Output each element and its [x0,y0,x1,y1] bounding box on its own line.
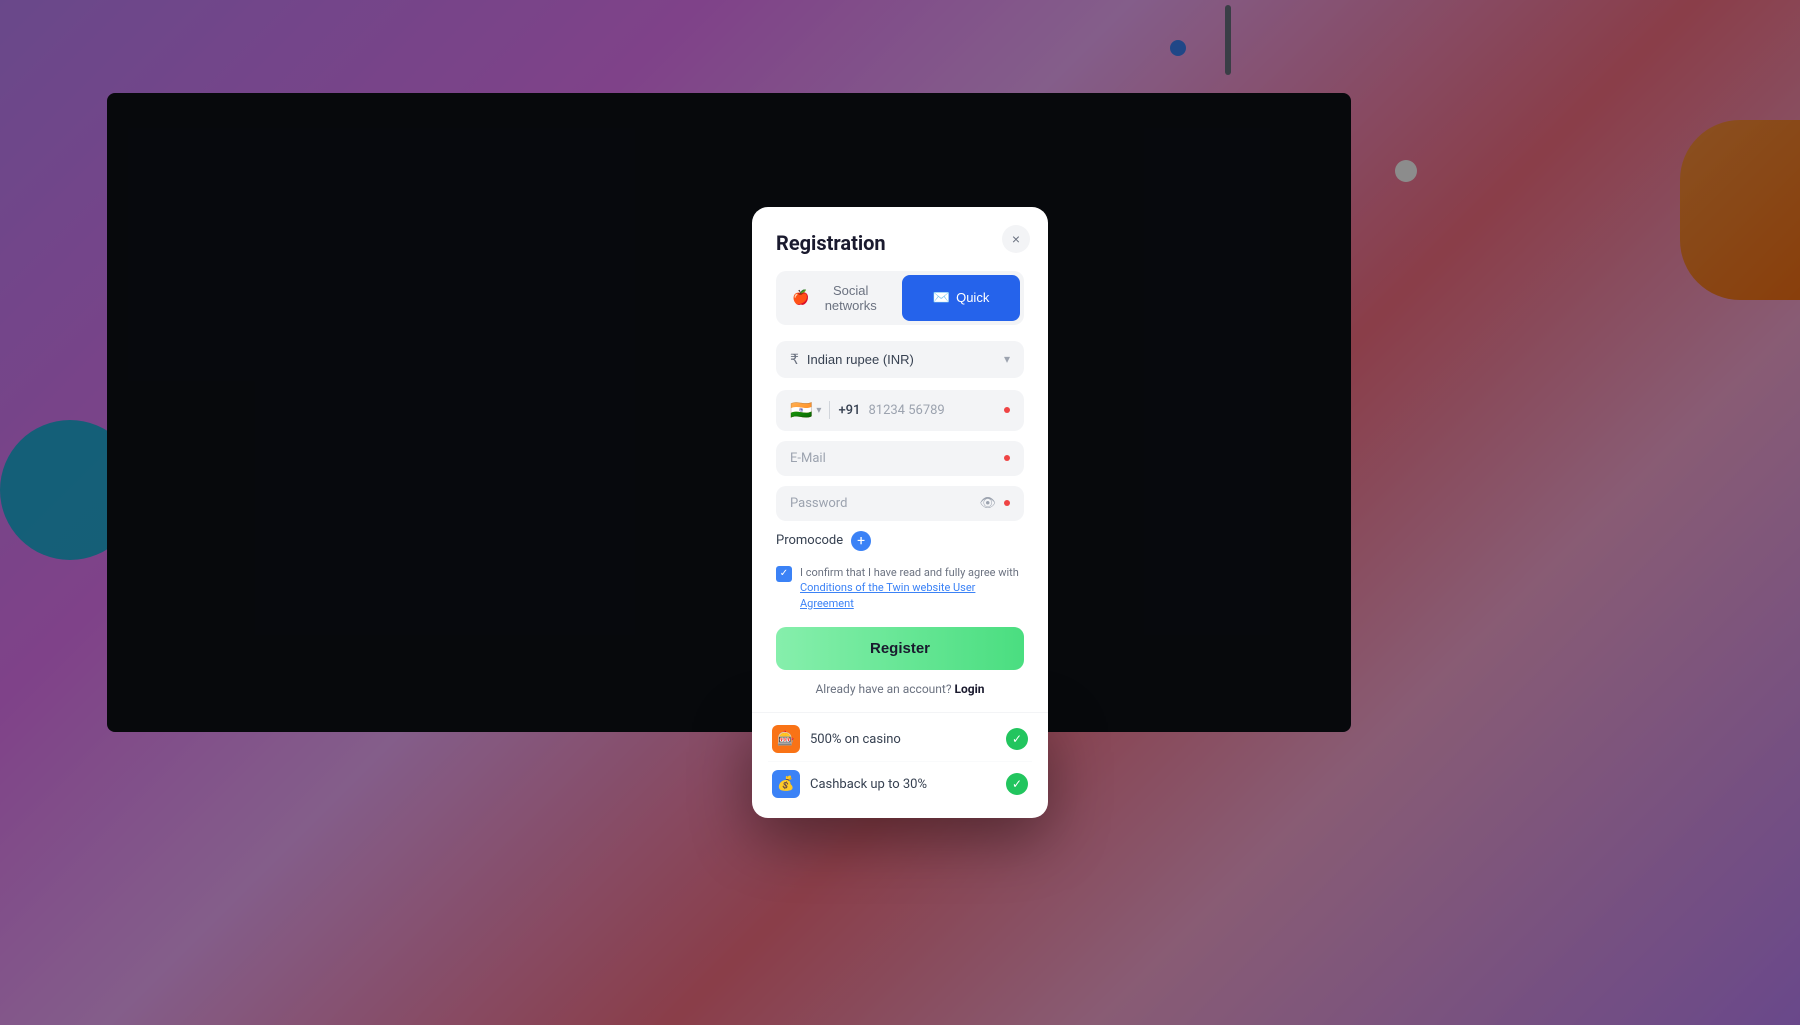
bonus-cashback-check: ✓ [1006,773,1028,795]
close-icon: × [1012,231,1020,247]
tab-switcher: 🍎 Social networks ✉️ Quick [776,271,1024,325]
password-placeholder: Password [790,496,847,511]
bonus-casino-check: ✓ [1006,728,1028,750]
tab-quick-label: Quick [956,290,989,305]
registration-modal: × Registration 🍎 Social networks ✉️ Quic… [752,207,1048,818]
phone-number-input[interactable]: 81234 56789 [868,403,996,418]
bonus-cashback: 💰 Cashback up to 30% ✓ [768,762,1032,806]
rupee-icon: ₹ [790,351,799,368]
login-link[interactable]: Login [955,682,985,696]
email-field-container[interactable]: E-Mail [776,441,1024,476]
modal-title: Registration [776,231,1024,255]
flag-chevron-icon: ▾ [816,405,821,416]
phone-separator [829,401,830,419]
phone-required-dot [1004,407,1010,413]
phone-input-container: 🇮🇳 ▾ +91 81234 56789 [776,390,1024,431]
currency-selector[interactable]: ₹ Indian rupee (INR) ▾ [776,341,1024,378]
terms-text: I confirm that I have read and fully agr… [800,565,1024,611]
promocode-add-button[interactable]: + [851,531,871,551]
phone-code: +91 [838,403,860,418]
casino-icon: 🎰 [772,725,800,753]
terms-link[interactable]: Conditions of the Twin website User Agre… [800,581,975,609]
tab-social-label: Social networks [815,283,886,313]
email-icon: ✉️ [933,289,950,306]
promocode-row: Promocode + [776,531,1024,551]
eye-icon[interactable]: 👁 [979,496,996,511]
tab-social-networks[interactable]: 🍎 Social networks [780,275,898,321]
promocode-label: Promocode [776,533,843,548]
email-placeholder: E-Mail [790,451,826,466]
modal-overlay: × Registration 🍎 Social networks ✉️ Quic… [0,0,1800,1025]
terms-checkbox-row: ✓ I confirm that I have read and fully a… [776,565,1024,611]
tab-quick[interactable]: ✉️ Quick [902,275,1020,321]
login-prompt: Already have an account? [815,682,951,696]
close-button[interactable]: × [1002,225,1030,253]
password-required-dot [1004,500,1010,506]
india-flag-icon: 🇮🇳 [790,400,812,421]
cashback-icon: 💰 [772,770,800,798]
register-button[interactable]: Register [776,627,1024,670]
password-field-container[interactable]: Password 👁 [776,486,1024,521]
bonus-casino: 🎰 500% on casino ✓ [768,717,1032,762]
email-required-dot [1004,455,1010,461]
plus-icon: + [857,533,865,549]
currency-label: Indian rupee (INR) [807,352,914,367]
country-flag-selector[interactable]: 🇮🇳 ▾ [790,400,821,421]
bonus-section: 🎰 500% on casino ✓ 💰 Cashback up to 30% … [752,712,1048,818]
chevron-down-icon: ▾ [1004,352,1010,366]
apple-icon: 🍎 [792,289,809,306]
bonus-cashback-text: Cashback up to 30% [810,777,927,792]
bonus-casino-text: 500% on casino [810,732,901,747]
terms-checkbox[interactable]: ✓ [776,566,792,582]
login-row: Already have an account? Login [776,682,1024,696]
modal-main: × Registration 🍎 Social networks ✉️ Quic… [752,207,1048,712]
